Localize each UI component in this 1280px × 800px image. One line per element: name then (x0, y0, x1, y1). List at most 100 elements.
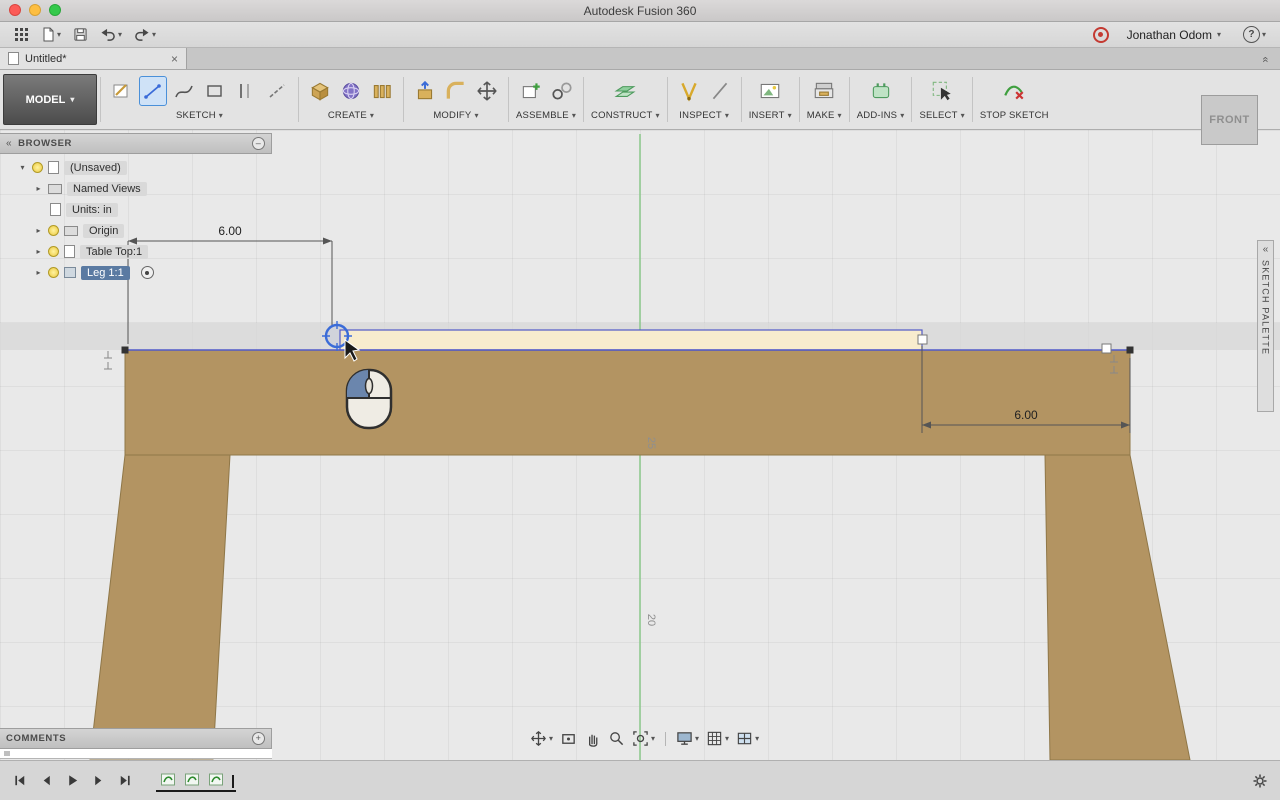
tree-item-label[interactable]: Origin (83, 223, 125, 238)
tree-item-document[interactable]: ▾ (Unsaved) (0, 157, 272, 178)
tree-item-label-selected[interactable]: Leg 1:1 (81, 265, 130, 280)
ribbon-label-create[interactable]: CREATE ▾ (328, 110, 374, 121)
collapse-toolbar-icon[interactable]: » (1259, 56, 1278, 62)
ribbon-label-make[interactable]: MAKE ▾ (807, 110, 842, 121)
tree-item-label[interactable]: (Unsaved) (64, 160, 127, 175)
collapsed-twist-icon[interactable]: ▸ (34, 184, 43, 193)
sketch-palette-tab[interactable]: « SKETCH PALETTE (1257, 240, 1274, 412)
make-3d-print-button[interactable] (810, 76, 838, 106)
collapse-tree-icon[interactable]: – (252, 137, 265, 150)
viewports[interactable]: ▾ (736, 730, 759, 747)
spline-tool-button[interactable] (170, 76, 198, 106)
fit-tool[interactable]: ▾ (632, 730, 655, 747)
save-button[interactable] (69, 25, 92, 44)
new-component-button[interactable] (517, 76, 545, 106)
screencast-record-button[interactable] (1092, 26, 1109, 43)
ribbon-label-select[interactable]: SELECT ▾ (919, 110, 964, 121)
close-tab-icon[interactable]: × (171, 52, 178, 66)
timeline-step-back-button[interactable] (36, 772, 56, 790)
stop-sketch-button[interactable] (1000, 76, 1028, 106)
visibility-bulb-icon[interactable] (48, 246, 59, 257)
ribbon-label-insert[interactable]: INSERT ▾ (749, 110, 792, 121)
create-sketch-button[interactable] (108, 76, 136, 106)
offset-tool-button[interactable] (232, 76, 260, 106)
pan-tool[interactable] (584, 730, 601, 747)
joint-button[interactable] (548, 76, 576, 106)
timeline-go-to-end-button[interactable] (114, 772, 134, 790)
insert-image-button[interactable] (756, 76, 784, 106)
addins-button[interactable] (867, 76, 895, 106)
sketch-endpoint-left[interactable] (121, 346, 129, 354)
viewcube-front-face[interactable]: FRONT (1201, 95, 1258, 145)
ribbon-label-modify[interactable]: MODIFY ▾ (433, 110, 478, 121)
timeline-position-marker[interactable] (232, 774, 234, 788)
ribbon-label-assemble[interactable]: ASSEMBLE ▾ (516, 110, 576, 121)
timeline-feature-sketch-2[interactable] (182, 770, 202, 788)
close-window-button[interactable] (9, 4, 21, 16)
look-at-tool[interactable] (560, 730, 577, 747)
construction-plane-button[interactable] (611, 76, 639, 106)
move-button[interactable] (473, 76, 501, 106)
sketch-corner-handle[interactable] (917, 334, 928, 345)
collapsed-twist-icon[interactable]: ▸ (34, 247, 43, 256)
tree-item-units[interactable]: Units: in (0, 199, 272, 220)
grid-and-snaps[interactable]: ▾ (706, 730, 729, 747)
comments-header[interactable]: COMMENTS + (0, 728, 272, 749)
document-tab[interactable]: Untitled* × (0, 48, 187, 69)
ribbon-label-sketch[interactable]: SKETCH ▾ (176, 110, 223, 121)
ribbon-label-addins[interactable]: ADD-INS ▾ (857, 110, 905, 121)
activate-component-radio[interactable] (140, 266, 154, 279)
table-left-leg[interactable] (89, 454, 231, 760)
tree-item-label[interactable]: Named Views (67, 181, 147, 196)
tree-item-named-views[interactable]: ▸ Named Views (0, 178, 272, 199)
resize-grip-icon[interactable] (4, 751, 10, 756)
workspace-selector[interactable]: MODEL ▾ (3, 74, 97, 125)
timeline-play-button[interactable] (62, 772, 82, 790)
collapsed-twist-icon[interactable]: ▸ (34, 226, 43, 235)
new-body-button[interactable] (306, 76, 334, 106)
preferences-gear-button[interactable] (1250, 772, 1270, 790)
browser-header[interactable]: « BROWSER – (0, 133, 272, 154)
rectangle-tool-button[interactable] (201, 76, 229, 106)
visibility-bulb-icon[interactable] (32, 162, 43, 173)
ribbon-label-stop-sketch[interactable]: STOP SKETCH (980, 110, 1049, 121)
timeline-feature-sketch-3[interactable] (206, 770, 226, 788)
timeline-go-to-beginning-button[interactable] (10, 772, 30, 790)
press-pull-button[interactable] (411, 76, 439, 106)
collapse-panel-icon[interactable]: « (6, 138, 12, 149)
sketch-midpoint-handle[interactable] (1101, 343, 1112, 354)
expand-panel-icon[interactable]: « (1263, 244, 1269, 255)
collapsed-twist-icon[interactable]: ▸ (34, 268, 43, 277)
sketch-profile-highlight[interactable] (339, 329, 923, 351)
timeline-step-forward-button[interactable] (88, 772, 108, 790)
tree-item-origin[interactable]: ▸ Origin (0, 220, 272, 241)
expanded-twist-icon[interactable]: ▾ (18, 163, 27, 172)
line-tool-button[interactable] (139, 76, 167, 106)
visibility-bulb-icon[interactable] (48, 267, 59, 278)
minimize-window-button[interactable] (29, 4, 41, 16)
tree-item-table-top[interactable]: ▸ Table Top:1 (0, 241, 272, 262)
visibility-bulb-icon[interactable] (48, 225, 59, 236)
expand-comments-icon[interactable]: + (252, 732, 265, 745)
measure-button[interactable] (675, 76, 703, 106)
tree-item-leg[interactable]: ▸ Leg 1:1 (0, 262, 272, 283)
table-right-leg[interactable] (1044, 454, 1191, 760)
undo-button[interactable]: ▾ (96, 25, 126, 44)
fillet-button[interactable] (442, 76, 470, 106)
file-menu-button[interactable]: ▾ (37, 25, 65, 44)
user-account-menu[interactable]: Jonathan Odom ▾ (1127, 28, 1221, 42)
select-button[interactable] (928, 76, 956, 106)
app-grid-menu-button[interactable] (10, 25, 33, 44)
section-analysis-button[interactable] (706, 76, 734, 106)
construction-line-tool-button[interactable] (263, 76, 291, 106)
ribbon-label-inspect[interactable]: INSPECT ▾ (679, 110, 729, 121)
sketch-endpoint-right[interactable] (1126, 346, 1134, 354)
zoom-window-button[interactable] (49, 4, 61, 16)
pattern-button[interactable] (368, 76, 396, 106)
orbit-tool[interactable]: ▾ (530, 730, 553, 747)
zoom-tool[interactable] (608, 730, 625, 747)
tree-item-label[interactable]: Units: in (66, 202, 118, 217)
ribbon-label-construct[interactable]: CONSTRUCT ▾ (591, 110, 660, 121)
tree-item-label[interactable]: Table Top:1 (80, 244, 149, 259)
timeline-feature-sketch-1[interactable] (158, 770, 178, 788)
